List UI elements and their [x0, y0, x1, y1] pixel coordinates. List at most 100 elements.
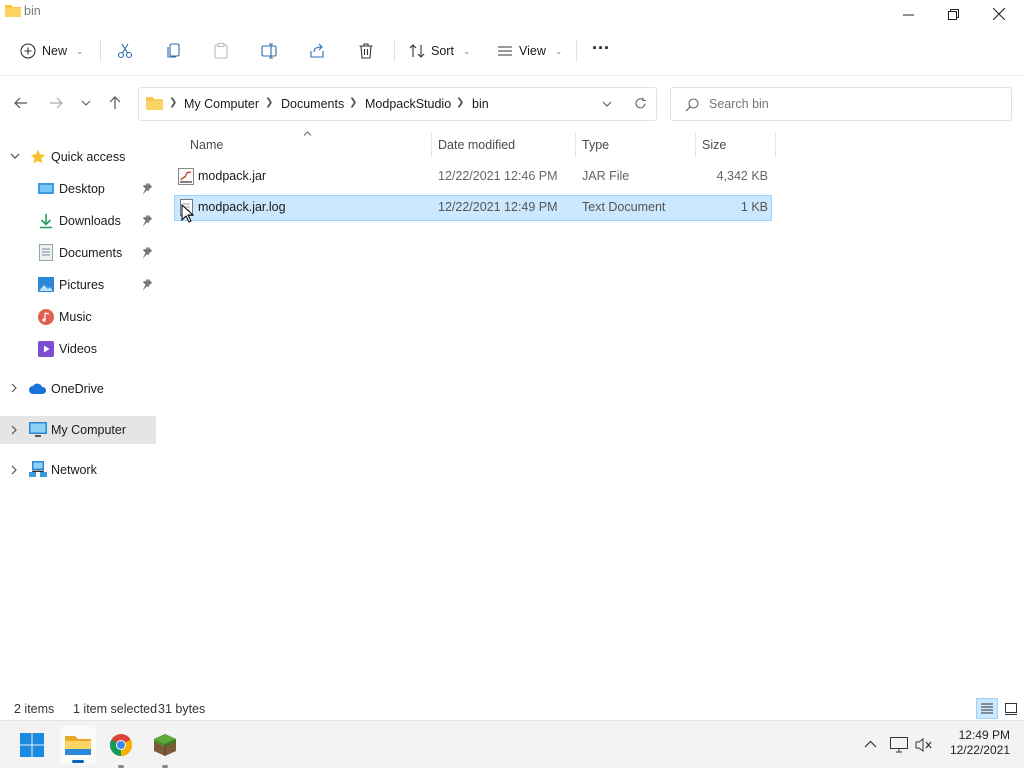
chevron-down-icon[interactable] — [10, 153, 20, 159]
sort-button[interactable]: Sort ⌄ — [409, 36, 470, 66]
column-divider[interactable] — [775, 132, 776, 157]
column-header-date[interactable]: Date modified — [438, 138, 515, 152]
chevron-right-icon[interactable] — [11, 425, 17, 435]
restore-icon — [947, 8, 959, 20]
address-bar[interactable]: ❯ My Computer ❯ Documents ❯ ModpackStudi… — [138, 87, 657, 121]
sidebar-item-onedrive[interactable]: OneDrive — [0, 375, 156, 403]
file-type: JAR File — [582, 169, 630, 183]
copy-button[interactable] — [166, 36, 182, 66]
column-header-type[interactable]: Type — [582, 138, 609, 152]
divider — [100, 40, 101, 62]
arrow-up-icon — [109, 96, 121, 109]
share-button[interactable] — [309, 36, 325, 66]
title-bar[interactable]: bin — [0, 0, 1024, 28]
rename-button[interactable] — [261, 36, 279, 66]
selection-count: 1 item selected — [73, 702, 158, 716]
start-button[interactable] — [16, 729, 48, 761]
new-button[interactable]: New ⌄ — [20, 36, 84, 66]
pin-icon — [142, 278, 153, 290]
chevron-right-icon[interactable] — [11, 383, 17, 393]
sidebar-item-documents[interactable]: Documents — [0, 239, 156, 267]
breadcrumb-modpackstudio[interactable]: ModpackStudio — [365, 97, 451, 111]
clock-date: 12/22/2021 — [949, 743, 1010, 757]
chevron-right-icon: ❯ — [169, 97, 178, 108]
pin-icon — [142, 246, 153, 258]
network-status-icon[interactable] — [890, 737, 908, 753]
sidebar-item-videos[interactable]: Videos — [0, 335, 156, 363]
details-view-button[interactable] — [976, 698, 998, 719]
up-button[interactable] — [104, 92, 126, 114]
jar-file-icon — [178, 168, 194, 185]
paste-button[interactable] — [213, 36, 229, 66]
divider — [576, 40, 577, 62]
clock-time: 12:49 PM — [958, 728, 1010, 742]
chevron-down-icon: ⌄ — [462, 45, 471, 56]
restore-button[interactable] — [930, 0, 976, 28]
sidebar-item-quick-access[interactable]: Quick access — [0, 143, 156, 171]
chevron-right-icon: ❯ — [349, 97, 358, 108]
search-input[interactable] — [709, 95, 999, 113]
file-date: 12/22/2021 12:49 PM — [438, 200, 558, 214]
windows-logo-icon — [20, 733, 44, 757]
column-header-name[interactable]: Name — [190, 138, 223, 152]
column-header-size[interactable]: Size — [702, 138, 726, 152]
taskbar-chrome[interactable] — [105, 729, 137, 768]
forward-button[interactable] — [45, 92, 67, 114]
chevron-right-icon: ❯ — [265, 97, 274, 108]
breadcrumb-bin[interactable]: bin — [472, 97, 489, 111]
sidebar-item-network[interactable]: Network — [0, 456, 156, 484]
chevron-right-icon[interactable] — [11, 465, 17, 475]
sidebar-item-label: Network — [51, 463, 97, 477]
sidebar-item-music[interactable]: Music — [0, 303, 156, 331]
chevron-down-icon — [81, 100, 91, 106]
taskbar: 12:49 PM 12/22/2021 — [0, 720, 1024, 768]
back-button[interactable] — [10, 92, 32, 114]
documents-icon — [39, 244, 53, 261]
column-divider[interactable] — [575, 132, 576, 157]
column-divider[interactable] — [695, 132, 696, 157]
breadcrumb-my-computer[interactable]: My Computer — [184, 97, 259, 111]
arrow-right-icon — [50, 97, 63, 109]
chrome-icon — [110, 734, 132, 756]
volume-muted-icon[interactable] — [915, 738, 933, 752]
more-options-button[interactable]: ··· — [592, 33, 610, 63]
minimize-button[interactable] — [885, 0, 931, 28]
delete-button[interactable] — [358, 36, 374, 66]
file-row-modpack-jar-log[interactable]: modpack.jar.log 12/22/2021 12:49 PM Text… — [174, 195, 772, 221]
close-button[interactable] — [976, 0, 1022, 28]
downloads-icon — [40, 214, 52, 229]
address-history-chevron-icon[interactable] — [602, 101, 612, 107]
sidebar-item-label: Pictures — [59, 278, 105, 292]
sidebar-item-label: Downloads — [59, 214, 121, 228]
sidebar-item-downloads[interactable]: Downloads — [0, 207, 156, 235]
sort-icon — [409, 44, 425, 58]
clock[interactable]: 12:49 PM 12/22/2021 — [940, 728, 1010, 757]
search-box[interactable] — [670, 87, 1012, 121]
star-icon — [30, 149, 46, 164]
view-list-icon — [498, 46, 512, 56]
breadcrumb-documents[interactable]: Documents — [281, 97, 344, 111]
copy-icon — [167, 43, 180, 58]
large-icons-view-button[interactable] — [1001, 698, 1021, 719]
refresh-icon[interactable] — [634, 97, 647, 110]
taskbar-file-explorer[interactable] — [60, 726, 96, 764]
cut-button[interactable] — [117, 36, 133, 66]
recent-locations-button[interactable] — [75, 92, 97, 114]
sidebar-item-label: Desktop — [59, 182, 105, 196]
sidebar-item-desktop[interactable]: Desktop — [0, 175, 156, 203]
sidebar-item-label: Music — [59, 310, 92, 324]
column-divider[interactable] — [431, 132, 432, 157]
close-icon — [993, 8, 1005, 20]
videos-icon — [38, 341, 54, 357]
selection-size: 31 bytes — [158, 702, 206, 716]
chevron-up-icon[interactable] — [864, 740, 877, 748]
grass-block-icon — [154, 734, 176, 756]
sidebar-item-my-computer[interactable]: My Computer — [0, 416, 156, 444]
taskbar-minecraft[interactable] — [149, 729, 181, 768]
file-row-modpack-jar[interactable]: modpack.jar 12/22/2021 12:46 PM JAR File… — [174, 164, 772, 190]
view-button[interactable]: View ⌄ — [497, 36, 562, 66]
command-bar: New ⌄ Sort ⌄ View ⌄ ··· — [0, 28, 1024, 76]
trash-icon — [359, 43, 373, 59]
sidebar-item-pictures[interactable]: Pictures — [0, 271, 156, 299]
chevron-down-icon: ⌄ — [554, 45, 563, 56]
